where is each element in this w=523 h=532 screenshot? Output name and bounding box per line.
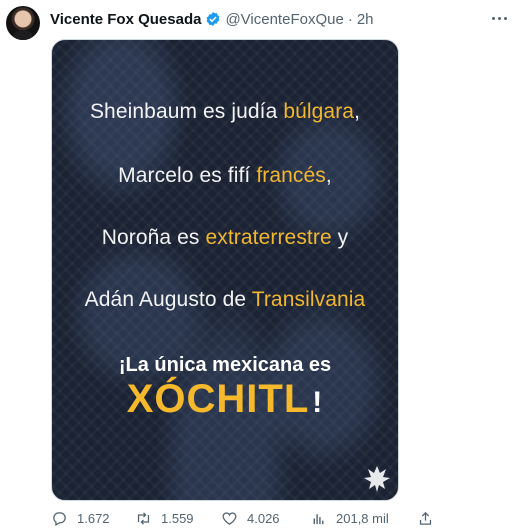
verified-badge-icon <box>207 12 220 26</box>
image-line-3: Noroña es extraterrestre y <box>101 226 349 249</box>
retweet-icon <box>137 511 150 525</box>
separator: · <box>347 10 353 28</box>
reply-count: 1.672 <box>77 510 110 526</box>
like-button[interactable]: 4.026 <box>221 508 280 528</box>
more-options-icon[interactable] <box>489 10 509 26</box>
view-count: 201,8 mil <box>336 510 389 526</box>
retweet-button[interactable]: 1.559 <box>135 508 194 528</box>
tweet-image[interactable]: Sheinbaum es judía búlgara, Marcelo es f… <box>51 39 399 501</box>
timestamp[interactable]: 2h <box>357 11 374 28</box>
heart-icon <box>222 511 237 525</box>
image-line-4: Adán Augusto de Transilvania <box>84 288 366 311</box>
author-handle[interactable]: @VicenteFoxQue <box>225 11 343 28</box>
image-line-1: Sheinbaum es judía búlgara, <box>89 100 361 123</box>
action-bar: 1.672 1.559 4.026 201,8 mil <box>51 508 451 528</box>
tweet-header: Vicente Fox Quesada @VicenteFoxQue · 2h <box>50 9 374 29</box>
avatar[interactable] <box>6 6 40 40</box>
image-headline: XÓCHITL! <box>126 377 324 421</box>
like-count: 4.026 <box>247 510 280 526</box>
bar-chart-icon <box>313 513 324 524</box>
eagle-logo-icon <box>364 466 390 492</box>
share-icon <box>419 511 432 525</box>
tweet: Vicente Fox Quesada @VicenteFoxQue · 2h … <box>0 0 523 532</box>
reply-icon <box>53 511 66 526</box>
views-button[interactable]: 201,8 mil <box>310 508 389 528</box>
author-name[interactable]: Vicente Fox Quesada <box>50 11 201 28</box>
reply-button[interactable]: 1.672 <box>51 508 110 528</box>
image-cta: ¡La única mexicana es <box>118 354 332 376</box>
retweet-count: 1.559 <box>161 510 194 526</box>
avatar-suit <box>12 30 34 40</box>
image-line-2: Marcelo es fifí francés, <box>118 164 332 187</box>
share-button[interactable] <box>417 508 434 528</box>
